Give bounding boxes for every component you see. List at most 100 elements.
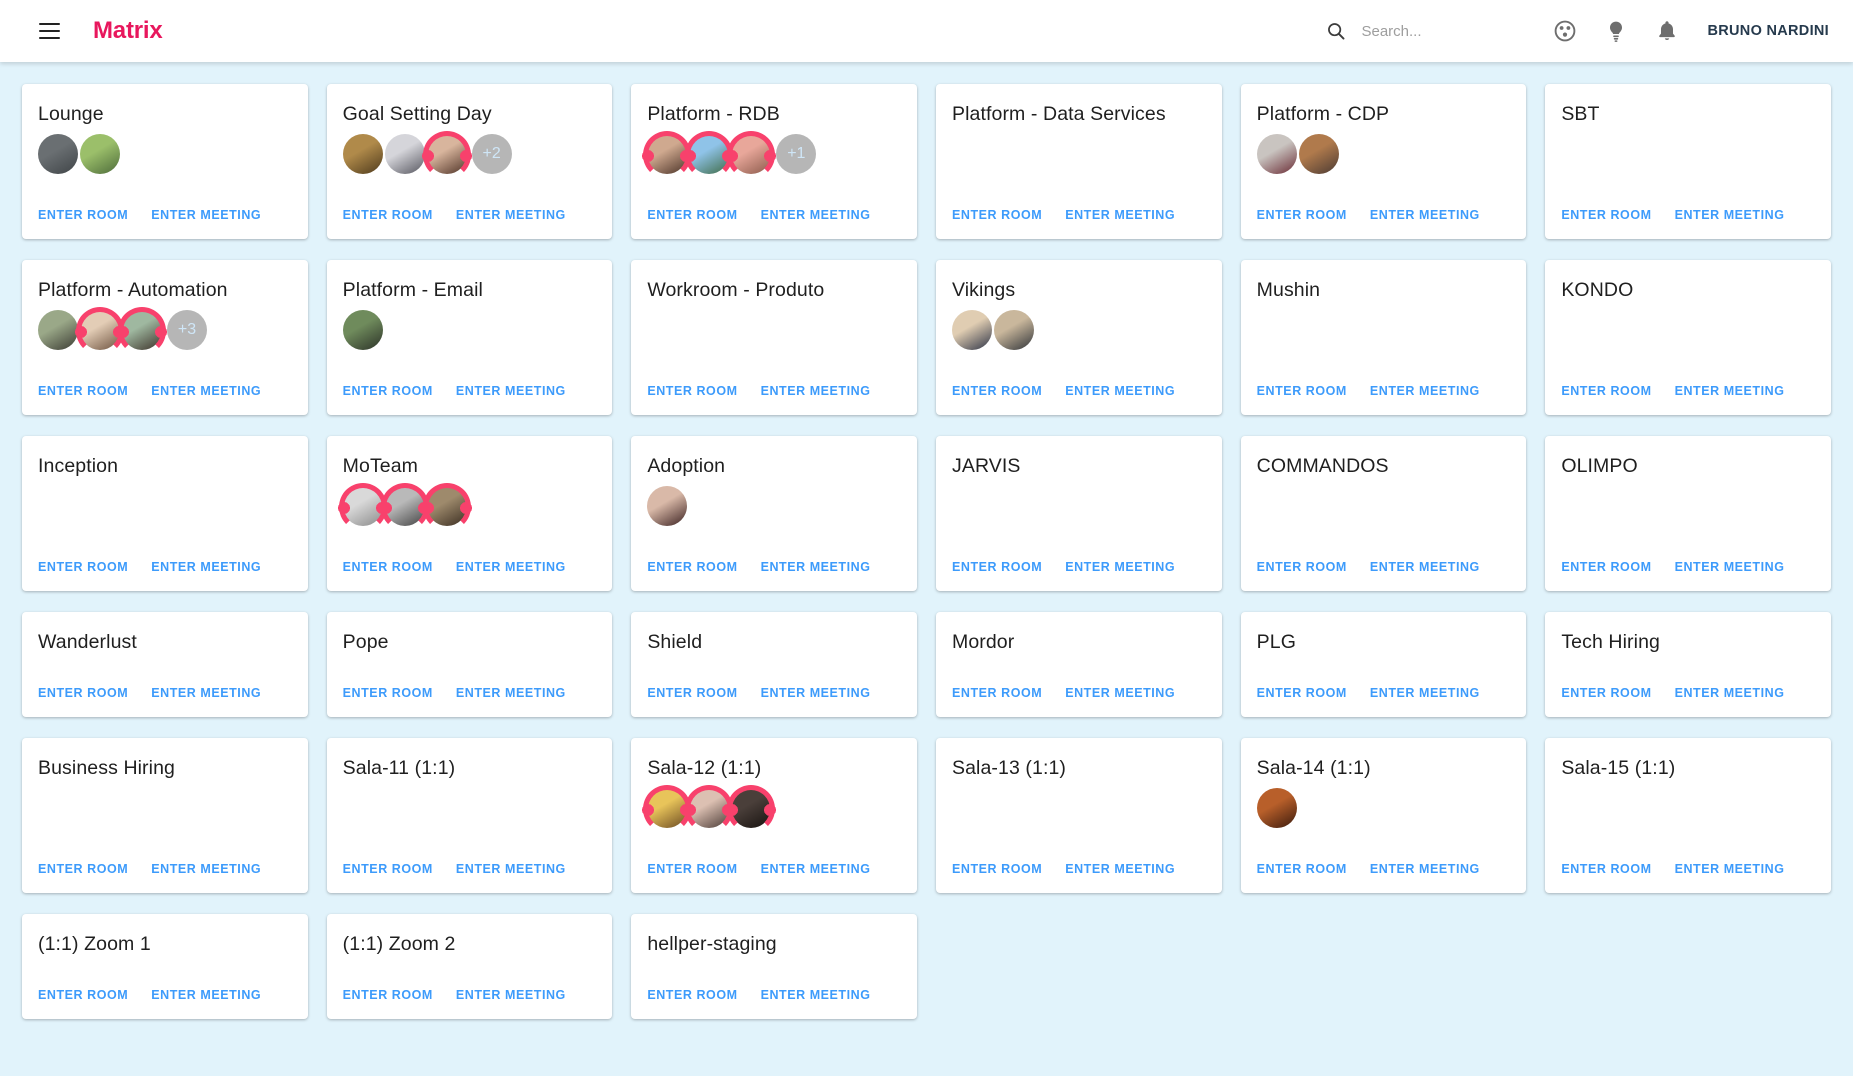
enter-meeting-button[interactable]: ENTER MEETING <box>456 988 566 1002</box>
enter-meeting-button[interactable]: ENTER MEETING <box>1675 384 1785 398</box>
participant-avatar[interactable] <box>647 486 688 526</box>
enter-meeting-button[interactable]: ENTER MEETING <box>1370 686 1480 700</box>
participant-avatar-oncall[interactable] <box>421 131 472 179</box>
participant-avatar[interactable] <box>1256 788 1297 828</box>
enter-room-button[interactable]: ENTER ROOM <box>1257 208 1347 222</box>
room-card[interactable]: Platform - Email ENTER ROOM ENTER MEETING <box>326 260 613 415</box>
participant-avatar-oncall[interactable] <box>642 131 693 179</box>
enter-room-button[interactable]: ENTER ROOM <box>647 988 737 1002</box>
enter-room-button[interactable]: ENTER ROOM <box>38 384 128 398</box>
enter-room-button[interactable]: ENTER ROOM <box>343 686 433 700</box>
enter-room-button[interactable]: ENTER ROOM <box>1561 686 1651 700</box>
enter-room-button[interactable]: ENTER ROOM <box>343 560 433 574</box>
participant-avatar-oncall[interactable] <box>117 307 167 355</box>
enter-room-button[interactable]: ENTER ROOM <box>1561 208 1651 222</box>
enter-meeting-button[interactable]: ENTER MEETING <box>1370 208 1480 222</box>
enter-room-button[interactable]: ENTER ROOM <box>647 560 737 574</box>
enter-meeting-button[interactable]: ENTER MEETING <box>1370 384 1480 398</box>
room-card[interactable]: Sala-13 (1:1) ENTER ROOM ENTER MEETING <box>935 738 1222 893</box>
room-card[interactable]: Mushin ENTER ROOM ENTER MEETING <box>1240 260 1527 415</box>
notifications-bell-icon[interactable] <box>1655 19 1679 43</box>
room-card[interactable]: Platform - RDB +1 ENTER ROOM ENTER MEETING <box>631 84 917 239</box>
room-card[interactable]: (1:1) Zoom 2 ENTER ROOM ENTER MEETING <box>326 914 613 1019</box>
participant-avatar-oncall[interactable] <box>421 483 472 531</box>
participant-overflow-badge[interactable]: +3 <box>167 310 207 350</box>
room-card[interactable]: Sala-14 (1:1) ENTER ROOM ENTER MEETING <box>1240 738 1527 893</box>
room-card[interactable]: Vikings ENTER ROOM ENTER MEETING <box>935 260 1222 415</box>
enter-meeting-button[interactable]: ENTER MEETING <box>1675 686 1785 700</box>
enter-meeting-button[interactable]: ENTER MEETING <box>761 384 871 398</box>
room-card[interactable]: Sala-11 (1:1) ENTER ROOM ENTER MEETING <box>326 738 613 893</box>
enter-meeting-button[interactable]: ENTER MEETING <box>1675 560 1785 574</box>
enter-meeting-button[interactable]: ENTER MEETING <box>456 384 566 398</box>
lightbulb-icon[interactable] <box>1604 19 1628 43</box>
enter-room-button[interactable]: ENTER ROOM <box>647 862 737 876</box>
room-card[interactable]: Sala-12 (1:1) ENTER ROOM ENTER MEETING <box>631 738 917 893</box>
enter-meeting-button[interactable]: ENTER MEETING <box>1065 208 1175 222</box>
enter-meeting-button[interactable]: ENTER MEETING <box>1065 862 1175 876</box>
enter-room-button[interactable]: ENTER ROOM <box>952 560 1042 574</box>
enter-meeting-button[interactable]: ENTER MEETING <box>456 686 566 700</box>
enter-room-button[interactable]: ENTER ROOM <box>343 384 433 398</box>
enter-meeting-button[interactable]: ENTER MEETING <box>456 862 566 876</box>
room-card[interactable]: Platform - CDP ENTER ROOM ENTER MEETING <box>1240 84 1527 239</box>
app-brand-matrix[interactable]: Matrix <box>93 17 163 45</box>
participant-avatar[interactable] <box>38 134 78 174</box>
enter-room-button[interactable]: ENTER ROOM <box>343 988 433 1002</box>
participant-avatar-oncall[interactable] <box>726 785 777 833</box>
enter-meeting-button[interactable]: ENTER MEETING <box>761 208 871 222</box>
search-input[interactable] <box>1361 22 1512 40</box>
participant-overflow-badge[interactable]: +2 <box>471 134 512 174</box>
participant-avatar[interactable] <box>951 310 992 350</box>
room-card[interactable]: Wanderlust ENTER ROOM ENTER MEETING <box>22 612 308 717</box>
hamburger-menu-icon[interactable] <box>32 14 66 48</box>
enter-room-button[interactable]: ENTER ROOM <box>38 560 128 574</box>
enter-meeting-button[interactable]: ENTER MEETING <box>1065 384 1175 398</box>
room-card[interactable]: Business Hiring ENTER ROOM ENTER MEETING <box>22 738 308 893</box>
room-card[interactable]: Lounge ENTER ROOM ENTER MEETING <box>22 84 308 239</box>
room-card[interactable]: Platform - Data Services ENTER ROOM ENTER … <box>935 84 1222 239</box>
enter-room-button[interactable]: ENTER ROOM <box>647 686 737 700</box>
enter-meeting-button[interactable]: ENTER MEETING <box>1370 862 1480 876</box>
enter-room-button[interactable]: ENTER ROOM <box>1561 560 1651 574</box>
room-card[interactable]: Mordor ENTER ROOM ENTER MEETING <box>935 612 1222 717</box>
enter-room-button[interactable]: ENTER ROOM <box>343 208 433 222</box>
enter-meeting-button[interactable]: ENTER MEETING <box>761 560 871 574</box>
room-card[interactable]: SBT ENTER ROOM ENTER MEETING <box>1545 84 1831 239</box>
enter-room-button[interactable]: ENTER ROOM <box>952 384 1042 398</box>
room-card[interactable]: Sala-15 (1:1) ENTER ROOM ENTER MEETING <box>1545 738 1831 893</box>
room-card[interactable]: hellper-staging ENTER ROOM ENTER MEETING <box>631 914 917 1019</box>
room-card[interactable]: PLG ENTER ROOM ENTER MEETING <box>1240 612 1527 717</box>
enter-meeting-button[interactable]: ENTER MEETING <box>761 988 871 1002</box>
enter-meeting-button[interactable]: ENTER MEETING <box>1675 862 1785 876</box>
enter-room-button[interactable]: ENTER ROOM <box>647 384 737 398</box>
participant-avatar[interactable] <box>38 310 78 350</box>
participant-avatar-oncall[interactable] <box>337 483 388 531</box>
participant-avatar[interactable] <box>1298 134 1339 174</box>
enter-meeting-button[interactable]: ENTER MEETING <box>151 988 261 1002</box>
enter-room-button[interactable]: ENTER ROOM <box>952 862 1042 876</box>
enter-meeting-button[interactable]: ENTER MEETING <box>151 862 261 876</box>
enter-meeting-button[interactable]: ENTER MEETING <box>151 560 261 574</box>
room-card[interactable]: OLIMPO ENTER ROOM ENTER MEETING <box>1545 436 1831 591</box>
room-card[interactable]: Inception ENTER ROOM ENTER MEETING <box>22 436 308 591</box>
enter-meeting-button[interactable]: ENTER MEETING <box>151 686 261 700</box>
room-card[interactable]: Shield ENTER ROOM ENTER MEETING <box>631 612 917 717</box>
participant-avatar-oncall[interactable] <box>726 131 777 179</box>
participant-avatar[interactable] <box>80 134 120 174</box>
participant-avatar[interactable] <box>342 310 383 350</box>
participant-avatar-oncall[interactable] <box>684 131 735 179</box>
enter-room-button[interactable]: ENTER ROOM <box>38 988 128 1002</box>
search-icon[interactable] <box>1325 20 1347 42</box>
enter-meeting-button[interactable]: ENTER MEETING <box>1675 208 1785 222</box>
people-group-icon[interactable] <box>1553 19 1577 43</box>
room-card[interactable]: Workroom - Produto ENTER ROOM ENTER MEETIN… <box>631 260 917 415</box>
room-card[interactable]: COMMANDOS ENTER ROOM ENTER MEETING <box>1240 436 1527 591</box>
enter-meeting-button[interactable]: ENTER MEETING <box>1370 560 1480 574</box>
enter-room-button[interactable]: ENTER ROOM <box>952 686 1042 700</box>
enter-meeting-button[interactable]: ENTER MEETING <box>151 208 261 222</box>
room-card[interactable]: (1:1) Zoom 1 ENTER ROOM ENTER MEETING <box>22 914 308 1019</box>
room-card[interactable]: Goal Setting Day +2 ENTER ROOM ENTER MEETIN… <box>326 84 613 239</box>
enter-meeting-button[interactable]: ENTER MEETING <box>456 208 566 222</box>
enter-room-button[interactable]: ENTER ROOM <box>1257 384 1347 398</box>
